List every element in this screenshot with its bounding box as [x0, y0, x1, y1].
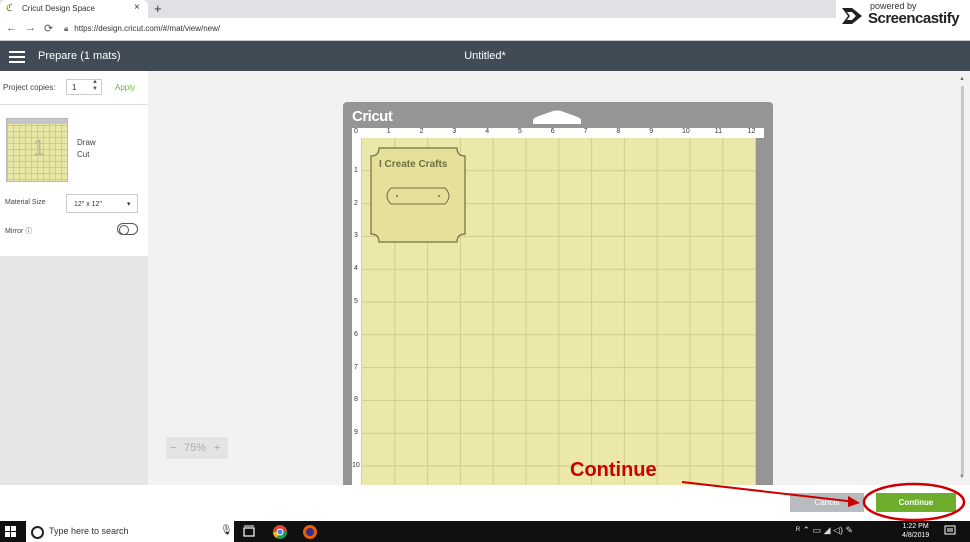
ruler-x-tick: 0 [354, 128, 358, 135]
new-tab-button[interactable]: + [154, 1, 162, 16]
taskbar-search-placeholder: Type here to search [49, 526, 129, 536]
vertical-ruler: 1 2 3 4 5 6 7 8 9 10 [352, 138, 361, 502]
mat-thumbnail-header [7, 119, 67, 124]
ruler-y-tick: 2 [354, 199, 358, 207]
ruler-x-tick: 12 [747, 128, 756, 135]
mirror-label: Mirror ⓘ [5, 228, 33, 235]
ruler-y-tick: 1 [354, 166, 358, 174]
zoom-out-button[interactable]: − [170, 437, 176, 459]
mat-loading-tab [533, 110, 581, 124]
mat-thumbnail[interactable]: 1 [6, 118, 68, 182]
mat-settings-panel: Project copies: 1 ▲ ▼ Apply 1 Draw Cut Ma… [0, 71, 148, 256]
ruler-x-tick: 5 [518, 128, 522, 135]
ruler-y-tick: 10 [352, 462, 360, 469]
cortana-icon [31, 526, 44, 539]
ruler-x-tick: 6 [550, 128, 555, 135]
apply-button[interactable]: Apply [115, 83, 135, 92]
ruler-y-tick: 5 [354, 298, 358, 305]
ruler-x-tick: 3 [452, 128, 457, 135]
app-header: Prepare (1 mats) Untitled* [0, 41, 970, 71]
firefox-icon[interactable] [302, 524, 318, 540]
taskbar-clock[interactable]: 1:22 PM 4/8/2019 [902, 522, 929, 540]
mirror-toggle[interactable] [117, 223, 138, 235]
ruler-x-tick: 9 [649, 128, 654, 135]
annotation-label: Continue [570, 459, 657, 481]
task-view-icon[interactable] [241, 524, 257, 540]
clock-time: 1:22 PM [902, 523, 929, 530]
zoom-control: − 75% + [166, 437, 228, 459]
lock-icon: 🔒︎ [64, 24, 69, 33]
tab-title: Cricut Design Space [22, 4, 95, 13]
screencastify-name: Screencastify [868, 10, 960, 27]
divider [0, 104, 148, 105]
forward-button[interactable]: → [25, 22, 36, 34]
design-text: I Create Crafts [379, 159, 448, 170]
toggle-knob [119, 225, 129, 235]
mat-mode-cut: Cut [77, 150, 90, 159]
windows-start-icon[interactable] [5, 526, 16, 537]
material-size-value: 12" x 12" [74, 201, 102, 208]
ruler-y-tick: 7 [354, 363, 358, 371]
material-size-label: Material Size [5, 199, 46, 206]
horizontal-ruler: 0 1 2 3 4 5 6 7 8 9 10 11 12 [352, 128, 764, 138]
ruler-x-tick: 11 [714, 128, 723, 135]
vertical-scrollbar[interactable]: ▲ ▼ [958, 76, 967, 482]
taskbar-search-box[interactable]: Type here to search 🎙︎ [26, 521, 234, 542]
cricut-favicon-icon: ℭ [6, 3, 14, 14]
browser-tab[interactable]: ℭ Cricut Design Space × [0, 0, 148, 18]
address-bar: ← → ⟳ 🔒︎ https://design.cricut.com/#/mat/… [0, 18, 970, 41]
ruler-x-tick: 8 [616, 128, 621, 135]
system-tray-icons[interactable]: ᴿ ⌃ ▭ ◢ ◁) ✎ [796, 525, 853, 536]
reload-button[interactable]: ⟳ [44, 22, 53, 35]
ruler-y-tick: 4 [354, 265, 358, 273]
document-title: Untitled* [464, 50, 506, 62]
mat-number: 1 [33, 135, 46, 160]
tab-close-icon[interactable]: × [134, 2, 140, 13]
ruler-y-tick: 6 [354, 330, 358, 338]
url-text: https://design.cricut.com/#/mat/view/new… [74, 24, 221, 33]
ruler-x-tick: 7 [583, 128, 588, 135]
back-button[interactable]: ← [6, 22, 17, 34]
scroll-up-icon[interactable]: ▲ [959, 76, 965, 82]
browser-tab-bar: ℭ Cricut Design Space × + [0, 0, 970, 18]
ruler-y-tick: 9 [354, 429, 358, 437]
scroll-thumb[interactable] [961, 86, 964, 474]
left-panel: Project copies: 1 ▲ ▼ Apply 1 Draw Cut Ma… [0, 71, 148, 485]
ruler-x-tick: 4 [485, 128, 490, 135]
zoom-in-button[interactable]: + [214, 437, 220, 459]
material-size-select[interactable]: 12" x 12" ▾ [66, 194, 138, 213]
ruler-x-tick: 1 [386, 128, 391, 135]
caret-down-icon: ▾ [127, 201, 131, 208]
ruler-x-tick: 10 [682, 128, 690, 135]
zoom-level: 75% [184, 442, 207, 454]
clock-date: 4/8/2019 [902, 532, 930, 539]
screencastify-watermark: powered by Screencastify [836, 0, 970, 36]
windows-taskbar: Type here to search 🎙︎ ᴿ ⌃ ▭ ◢ ◁) ✎ 1:22… [0, 521, 970, 542]
mat-brand-logo: Cricut [352, 108, 393, 125]
screencastify-logo-icon [842, 8, 862, 24]
url-field[interactable]: 🔒︎ https://design.cricut.com/#/mat/view/n… [64, 22, 834, 36]
copies-stepper-icon[interactable]: ▲ ▼ [92, 79, 98, 93]
ruler-y-tick: 8 [354, 396, 358, 404]
mat-mode-draw: Draw [77, 138, 96, 147]
ruler-y-tick: 3 [354, 232, 358, 240]
project-copies-label: Project copies: [3, 83, 56, 92]
notification-icon[interactable] [944, 525, 956, 537]
chrome-icon[interactable] [272, 524, 288, 540]
microphone-icon[interactable]: 🎙︎ [220, 525, 233, 536]
ruler-x-tick: 2 [419, 128, 424, 135]
